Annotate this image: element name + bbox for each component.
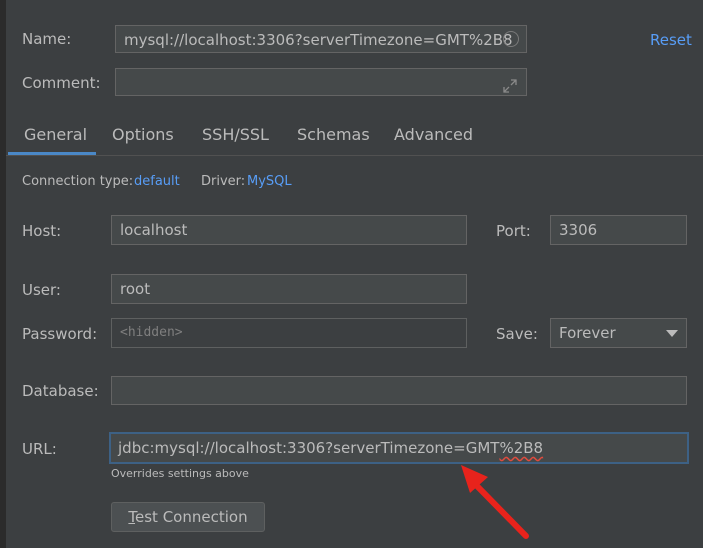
save-label: Save: [496,325,538,343]
active-tab-indicator [8,152,96,155]
connection-type-link[interactable]: default [134,174,180,189]
save-select-value: Forever [559,324,616,342]
save-select[interactable]: Forever [550,318,687,348]
tab-general[interactable]: General [24,124,87,146]
url-input[interactable]: jdbc:mysql://localhost:3306?serverTimezo… [109,432,689,464]
user-label: User: [22,281,61,299]
database-input[interactable] [111,376,687,405]
host-input[interactable]: localhost [111,215,467,245]
test-button-label: est Connection [135,508,248,526]
port-input[interactable]: 3306 [550,215,687,245]
port-label: Port: [496,222,531,240]
clear-icon[interactable] [503,31,519,47]
comment-label: Comment: [22,74,101,92]
tabs-divider [6,155,703,156]
chevron-down-icon [666,330,678,337]
password-label: Password: [22,325,98,343]
database-label: Database: [22,382,99,400]
tab-options[interactable]: Options [112,124,174,146]
driver-label: Driver: [201,174,246,189]
annotation-arrow-icon [461,465,529,539]
driver-link[interactable]: MySQL [247,174,292,189]
test-connection-button[interactable]: Test Connection [111,502,265,532]
name-field[interactable]: mysql://localhost:3306?serverTimezone=GM… [115,25,527,53]
connection-type-label: Connection type: [22,174,134,189]
host-label: Host: [22,222,62,240]
name-label: Name: [22,30,72,48]
user-input[interactable]: root [111,274,467,304]
url-text: jdbc:mysql://localhost:3306?serverTimezo… [118,439,500,457]
url-hint: Overrides settings above [111,467,249,480]
tab-ssh-ssl[interactable]: SSH/SSL [202,124,269,146]
tab-schemas[interactable]: Schemas [297,124,370,146]
password-input[interactable]: <hidden> [111,318,467,348]
expand-icon[interactable] [502,75,518,95]
name-value: mysql://localhost:3306?serverTimezone=GM… [124,31,513,49]
comment-field[interactable] [115,68,527,96]
reset-link[interactable]: Reset [650,30,692,50]
tab-advanced[interactable]: Advanced [394,124,473,146]
left-panel-edge [0,0,6,548]
url-label: URL: [22,440,57,458]
